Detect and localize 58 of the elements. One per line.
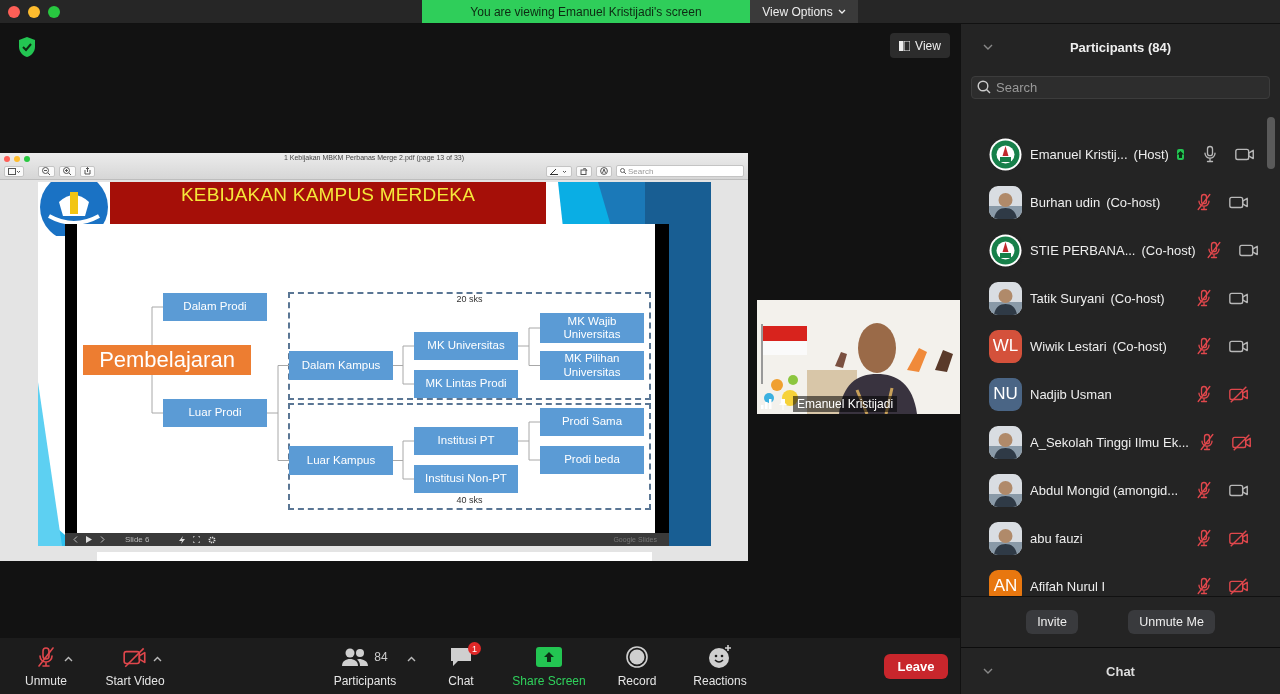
diagram-node: Institusi Non-PT [414, 465, 518, 493]
view-options-button[interactable]: View Options [750, 0, 858, 23]
reactions-button[interactable]: Reactions [693, 644, 747, 688]
diagram-node: MK Pilihan Universitas [540, 351, 644, 380]
participant-row[interactable]: WL Wiwik Lestari (Co-host) [961, 322, 1280, 370]
diagram-node: MK Wajib Universitas [540, 313, 644, 343]
participant-name: abu fauzi [1030, 530, 1084, 546]
diagram-node: Institusi PT [414, 427, 518, 455]
participant-row[interactable]: abu fauzi [961, 514, 1280, 562]
participant-name: Emanuel Kristij... (Host) [1030, 146, 1169, 162]
search-field[interactable]: Search [971, 76, 1270, 99]
panel-button[interactable]: Invite [1026, 610, 1078, 634]
avatar-initials: AN [989, 569, 1022, 596]
diagram-node: Prodi Sama [540, 408, 644, 436]
slide-number[interactable]: Slide 6 [125, 535, 171, 544]
participant-name: Nadjib Usman [1030, 386, 1113, 402]
diagram-node: Dalam Kampus [289, 351, 393, 380]
slide-title: KEBIJAKAN KAMPUS MERDEKA [180, 183, 476, 207]
diagram-node: Pembelajaran [83, 345, 251, 375]
participant-row[interactable]: NU Nadjib Usman [961, 370, 1280, 418]
diagram-node: MK Universitas [414, 332, 518, 360]
participant-row[interactable]: STIE PERBANA... (Co-host) [961, 226, 1280, 274]
participant-row[interactable]: AN Afifah Nurul I [961, 562, 1280, 596]
leave-button[interactable]: Leave [884, 653, 948, 679]
share-button[interactable]: Share Screen [512, 644, 586, 688]
record-button[interactable]: Record [617, 644, 657, 688]
participant-row[interactable]: Abdul Mongid (amongid... [961, 466, 1280, 514]
participant-name: Emanuel Kristijadi [793, 396, 898, 412]
credit-label: 20 sks [455, 294, 484, 304]
participant-name: Wiwik Lestari (Co-host) [1030, 338, 1168, 354]
panel-button[interactable]: Unmute Me [1128, 610, 1215, 634]
participant-name: Tatik Suryani (Co-host) [1030, 290, 1166, 306]
mic-button[interactable]: Unmute [25, 644, 67, 688]
participant-name: A_Sekolah Tinggi Ilmu Ek... [1030, 434, 1189, 450]
panel-title: Participants (84) [1069, 39, 1172, 55]
participant-row[interactable]: A_Sekolah Tinggi Ilmu Ek... [961, 418, 1280, 466]
diagram-node: MK Lintas Prodi [414, 370, 518, 398]
diagram-node: Prodi beda [540, 446, 644, 474]
credit-label: 40 sks [455, 495, 484, 505]
participant-name: Burhan udin (Co-host) [1030, 194, 1162, 210]
video-button[interactable]: Start Video [105, 644, 165, 688]
participant-name: Afifah Nurul I [1030, 578, 1107, 594]
participant-row[interactable]: Tatik Suryani (Co-host) [961, 274, 1280, 322]
avatar-initials: WL [989, 329, 1022, 363]
screen-share-banner: You are viewing Emanuel Kristijadi's screen [422, 0, 750, 23]
avatar-initials: NU [989, 377, 1022, 411]
diagram-node: Luar Kampus [289, 446, 393, 475]
chat-title: Chat [1106, 663, 1135, 679]
diagram-node: Luar Prodi [163, 399, 267, 427]
participant-name: Abdul Mongid (amongid... [1030, 482, 1180, 498]
participant-name: STIE PERBANA... (Co-host) [1030, 242, 1196, 258]
participants-button[interactable]: 84 Participants [333, 644, 397, 688]
diagram-node: Dalam Prodi [163, 293, 267, 321]
participant-row[interactable]: Burhan udin (Co-host) [961, 178, 1280, 226]
notification-badge: 1 [468, 642, 481, 655]
chat-button[interactable]: 1 Chat [441, 644, 481, 688]
participant-row[interactable]: Emanuel Kristij... (Host) [961, 130, 1280, 178]
view-button[interactable]: View [890, 33, 950, 58]
